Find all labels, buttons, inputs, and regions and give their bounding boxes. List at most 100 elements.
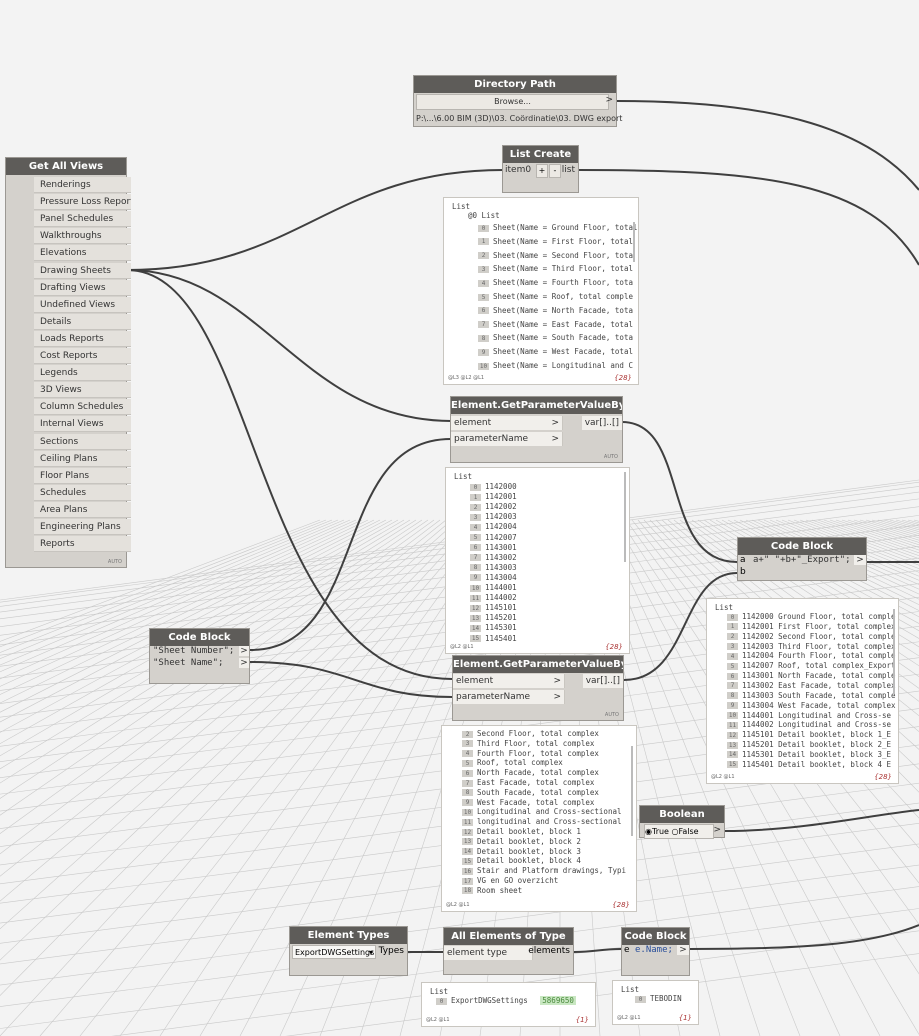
- code-block-right-preview[interactable]: List 0 1142000 Ground Floor, total comple…: [706, 598, 899, 784]
- view-type-item[interactable]: Legends: [34, 365, 131, 382]
- code-block-right-output[interactable]: >: [854, 555, 866, 565]
- element-types-output-port[interactable]: Types: [379, 946, 404, 956]
- view-type-item[interactable]: Area Plans: [34, 501, 131, 518]
- get-parameter-node-1[interactable]: Element.GetParameterValueByName element>…: [450, 396, 623, 463]
- get-parameter-2-output-port[interactable]: var[]..[]: [582, 674, 623, 688]
- code-block-left-line-1[interactable]: "Sheet Number";: [153, 646, 234, 656]
- code-block-name-code[interactable]: e.Name;: [635, 945, 673, 955]
- list-create-title: List Create: [503, 146, 578, 163]
- view-type-item[interactable]: Sections: [34, 433, 131, 450]
- view-type-item[interactable]: Ceiling Plans: [34, 450, 131, 467]
- view-type-item[interactable]: Undefined Views: [34, 296, 131, 313]
- element-id-badge[interactable]: 5869650: [540, 996, 576, 1005]
- code-block-name-input[interactable]: e: [624, 945, 630, 955]
- code-block-right-preview-row: 11 1144002 Longitudinal and Cross-se: [727, 720, 892, 730]
- list-create-remove-button[interactable]: -: [549, 164, 561, 178]
- element-types-node[interactable]: Element Types ExportDWGSettings ▾ Types: [289, 926, 408, 976]
- get-parameter-2-preview[interactable]: 2 Second Floor, total complex 3 Third Floor…: [441, 725, 637, 912]
- list-create-add-button[interactable]: +: [536, 164, 548, 178]
- code-block-left-output-2[interactable]: >: [239, 658, 249, 668]
- code-block-right-input-a[interactable]: a: [740, 555, 746, 565]
- get-parameter-2-preview-row: 6 North Facade, total complex: [462, 768, 599, 777]
- boolean-node[interactable]: Boolean ◉True ○False >: [639, 805, 725, 839]
- radio-false-icon[interactable]: ○: [672, 827, 679, 836]
- view-type-item[interactable]: Column Schedules: [34, 399, 131, 416]
- view-type-item[interactable]: Pressure Loss Reports: [34, 194, 131, 211]
- boolean-toggle[interactable]: ◉True ○False: [644, 824, 714, 839]
- all-elements-of-type-node[interactable]: All Elements of Type element type elemen…: [443, 927, 574, 975]
- code-block-name-preview[interactable]: List 0 TEBODIN @L2 @L1 {1}: [612, 980, 699, 1025]
- list-create-preview-row: 1 Sheet(Name = First Floor, total: [478, 237, 633, 246]
- view-type-item[interactable]: Internal Views: [34, 416, 131, 433]
- list-create-input-item0[interactable]: item0: [505, 165, 531, 175]
- view-type-item[interactable]: 3D Views: [34, 382, 131, 399]
- get-parameter-1-preview[interactable]: List 0 1142000 1 1142001 2 1142002 3 1142003 4 11…: [445, 467, 630, 654]
- get-parameter-2-preview-row: 18 Room sheet: [462, 885, 523, 895]
- code-block-name-node[interactable]: Code Block e e.Name; >: [621, 927, 690, 976]
- get-parameter-2-preview-scrollbar[interactable]: [631, 746, 633, 836]
- view-type-item[interactable]: Cost Reports: [34, 348, 131, 364]
- list-create-preview-title: List: [452, 202, 471, 211]
- dropdown-arrow-icon[interactable]: ▾: [369, 946, 373, 958]
- boolean-output-port[interactable]: >: [713, 825, 721, 835]
- get-parameter-1-element-port[interactable]: element >: [451, 416, 563, 430]
- code-block-left-title: Code Block: [150, 629, 249, 646]
- view-type-item[interactable]: Drafting Views: [34, 279, 131, 296]
- get-parameter-2-preview-footer: @L2 @L1: [446, 902, 470, 908]
- code-block-concatenate[interactable]: Code Block a b a+" "+b+"_Export"; >: [737, 537, 867, 581]
- get-parameter-1-preview-row: 15 1145401: [470, 633, 517, 643]
- list-create-preview[interactable]: List @0 List 0 Sheet(Name = Ground Floor,…: [443, 197, 639, 385]
- code-block-right-preview-scrollbar[interactable]: [893, 609, 895, 694]
- get-parameter-1-preview-row: 3 1142003: [470, 512, 517, 521]
- directory-path-output-port[interactable]: >: [605, 95, 613, 105]
- list-create-output-list[interactable]: list: [562, 165, 575, 175]
- browse-button[interactable]: Browse...: [416, 94, 609, 110]
- get-parameter-2-parametername-port[interactable]: parameterName >: [453, 690, 565, 704]
- all-elements-output-port[interactable]: elements: [528, 946, 570, 956]
- code-block-right-code[interactable]: a+" "+b+"_Export";: [753, 555, 851, 565]
- list-create-preview-row: 0 Sheet(Name = Ground Floor, total: [478, 223, 638, 232]
- code-block-right-title: Code Block: [738, 538, 866, 555]
- code-block-right-preview-row: 12 1145101 Detail booklet, block 1_E: [727, 730, 892, 740]
- code-block-name-preview-count: {1}: [678, 1014, 692, 1022]
- view-type-item[interactable]: Floor Plans: [34, 467, 131, 484]
- all-elements-preview-footer: @L2 @L1: [426, 1017, 450, 1023]
- view-type-item[interactable]: Engineering Plans: [34, 519, 131, 535]
- code-block-parameter-names[interactable]: Code Block "Sheet Number"; "Sheet Name";…: [149, 628, 250, 684]
- get-parameter-1-preview-row: 11 1144002: [470, 593, 517, 603]
- list-create-preview-scrollbar[interactable]: [633, 222, 635, 262]
- view-type-item[interactable]: Schedules: [34, 484, 131, 501]
- view-type-item[interactable]: Reports: [34, 536, 131, 553]
- get-parameter-1-preview-row: 1 1142001: [470, 492, 517, 501]
- get-parameter-node-2[interactable]: Element.GetParameterValueByName element>…: [452, 655, 624, 721]
- get-parameter-2-preview-row: 12 Detail booklet, block 1: [462, 827, 581, 836]
- list-create-preview-row: 8 Sheet(Name = South Facade, tota: [478, 333, 633, 342]
- all-elements-preview[interactable]: List 0 ExportDWGSettings 5869650 @L2 @L1 …: [421, 982, 596, 1027]
- list-create-node[interactable]: List Create item0 + - list: [502, 145, 579, 193]
- get-parameter-2-preview-row: 16 Stair and Platform drawings, Typi: [462, 866, 627, 876]
- view-type-item[interactable]: Loads Reports: [34, 330, 131, 347]
- get-parameter-1-preview-row: 14 1145301: [470, 623, 517, 633]
- get-parameter-1-preview-scrollbar[interactable]: [624, 472, 626, 562]
- view-type-item[interactable]: Drawing Sheets: [34, 262, 131, 279]
- code-block-left-line-2[interactable]: "Sheet Name";: [153, 658, 223, 668]
- get-parameter-1-parametername-port[interactable]: parameterName >: [451, 432, 563, 446]
- radio-true-icon[interactable]: ◉: [645, 827, 652, 836]
- list-create-preview-row: 9 Sheet(Name = West Facade, total: [478, 347, 633, 356]
- code-block-name-output[interactable]: >: [677, 945, 689, 955]
- code-block-left-output-1[interactable]: >: [239, 646, 249, 656]
- view-type-item[interactable]: Details: [34, 313, 131, 330]
- directory-path-node[interactable]: Directory Path Browse... > P:\...\6.00 B…: [413, 75, 622, 127]
- element-types-dropdown[interactable]: ExportDWGSettings ▾: [292, 945, 376, 959]
- all-elements-input-port[interactable]: element type: [444, 946, 533, 960]
- code-block-right-input-b[interactable]: b: [740, 567, 746, 577]
- get-parameter-1-auto-label: AUTO: [603, 454, 618, 460]
- view-type-item[interactable]: Renderings: [34, 177, 131, 193]
- all-elements-preview-title: List: [430, 987, 449, 996]
- view-type-item[interactable]: Panel Schedules: [34, 211, 131, 228]
- get-parameter-2-element-port[interactable]: element >: [453, 674, 565, 688]
- get-parameter-1-output-port[interactable]: var[]..[]: [581, 416, 622, 430]
- view-type-item[interactable]: Elevations: [34, 245, 131, 262]
- view-type-item[interactable]: Walkthroughs: [34, 228, 131, 245]
- get-all-views-node[interactable]: Get All Views Renderings Pressure Loss Re…: [5, 157, 131, 568]
